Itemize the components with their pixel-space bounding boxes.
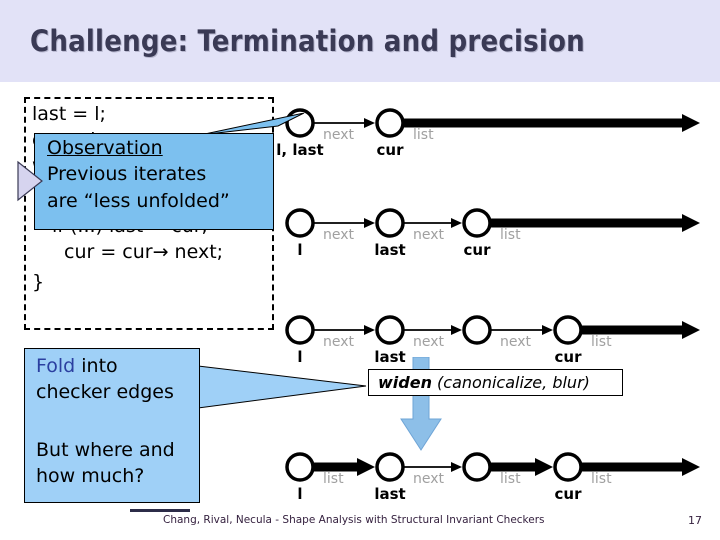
fold-callout: Fold into checker edges But where and ho… [24,348,200,503]
graph-node: last [374,208,406,259]
graph-node [462,452,492,482]
play-triangle-icon [17,160,43,202]
widen-box: widen (canonicalize, blur) [368,369,623,396]
node-label: last [374,241,405,259]
observation-callout: Observation Previous iterates are “less … [34,133,274,230]
graph-edge: next [314,118,375,143]
widen-rest: (canonicalize, blur) [431,373,590,392]
node-label: l [297,241,302,259]
fold-box-tail [198,365,367,409]
edge-label: next [323,127,355,143]
graph-node: cur [553,452,583,503]
observation-line-1: Previous iterates [47,163,207,185]
graph-edge: list [491,214,700,243]
fold-line-3: But where and [36,439,175,461]
edge-label: list [591,334,612,350]
fold-keyword: Fold [36,355,76,377]
graph-node: l [285,208,315,259]
graph-edge: list [314,458,375,487]
fold-line-2: checker edges [36,381,174,403]
graph-node [462,315,492,345]
row-4: list next list list l last cur [285,452,700,503]
graph-edge: next [404,325,462,350]
graph-node: last [374,452,406,503]
fold-line-1: Fold into [36,355,118,377]
edge-label: next [500,334,532,350]
observation-line-2: are “less unfolded” [47,190,230,212]
graph-node: l [285,452,315,503]
graph-edge: list [582,458,700,487]
edge-label: next [323,334,355,350]
row-2: next next list l last cur [285,208,700,259]
widen-bold: widen [378,373,432,392]
row-3: next next next listl last cur [285,315,700,366]
observation-title: Observation [47,137,163,159]
graph-edge: next [404,218,462,243]
edge-label: next [323,227,355,243]
graph-edge: next [314,325,375,350]
graph-node: cur [462,208,492,259]
graph-edge: list [491,458,553,487]
footer-citation: Chang, Rival, Necula - Shape Analysis wi… [163,514,545,526]
graph-edge: list [404,114,700,143]
edge-label: list [500,227,521,243]
graph-edge: next [314,218,375,243]
graph-edge: next [404,462,462,487]
graph-node: cur [553,315,583,366]
graph-edge: next [491,325,553,350]
footer-page-number: 17 [688,514,702,527]
edge-label: next [413,334,445,350]
edge-label: list [323,471,344,487]
node-label: l [297,485,302,503]
graph-node: cur [375,108,405,159]
fold-line-1-rest: into [75,355,118,377]
edge-label: list [500,471,521,487]
widen-label: widen (canonicalize, blur) [378,373,590,392]
edge-label: list [413,127,434,143]
row-1: next listl, last cur [276,108,700,159]
node-label: cur [555,348,583,366]
node-label: cur [555,485,583,503]
fold-line-4: how much? [36,465,145,487]
graph-node: l [285,315,315,366]
edge-label: next [413,471,445,487]
node-label: cur [377,141,405,159]
edge-label: list [591,471,612,487]
node-label: cur [464,241,492,259]
page-title: Challenge: Termination and precision [30,24,585,58]
graph-edge: list [582,321,700,350]
edge-label: next [413,227,445,243]
node-label: last [374,485,405,503]
